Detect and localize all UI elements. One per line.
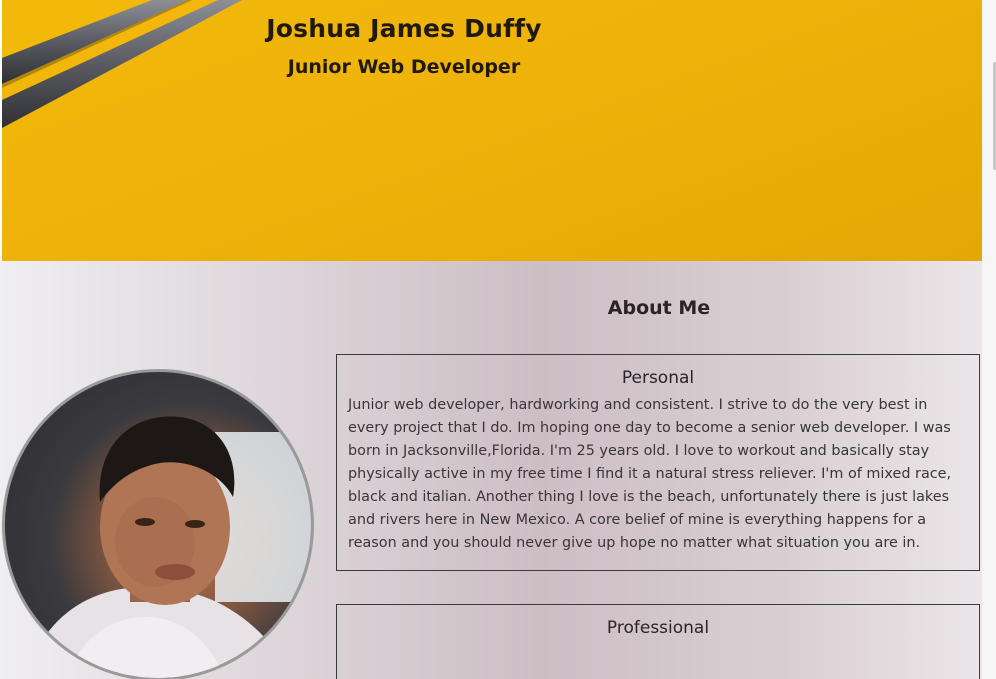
personal-card: Personal Junior web developer, hardworki…: [336, 354, 980, 571]
hero-job-title: Junior Web Developer: [287, 56, 521, 78]
personal-text: Junior web developer, hardworking and co…: [348, 397, 952, 551]
avatar-photo: [25, 416, 311, 678]
professional-title: Professional: [606, 618, 710, 638]
page: Joshua James Duffy Junior Web Developer …: [0, 0, 996, 679]
professional-card: Professional: [336, 604, 980, 679]
personal-title: Personal: [621, 368, 695, 388]
hero-banner: Joshua James Duffy Junior Web Developer: [2, 0, 982, 261]
avatar: [2, 369, 314, 679]
hero-name: Joshua James Duffy: [266, 14, 542, 43]
about-heading: About Me: [607, 297, 711, 319]
about-section: About Me Personal Junior web developer, …: [0, 261, 982, 679]
